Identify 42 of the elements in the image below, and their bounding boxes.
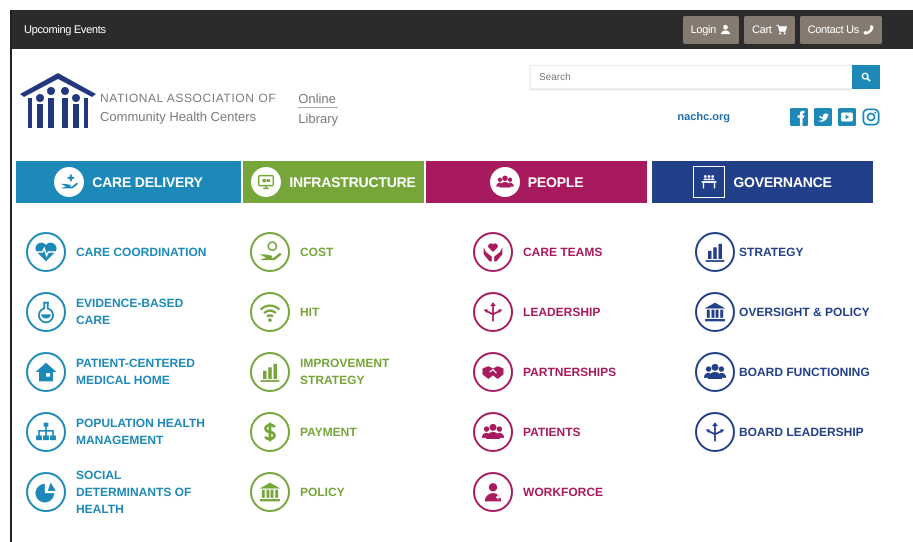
category-tab[interactable]: CARE DELIVERY bbox=[16, 161, 241, 203]
topic-link[interactable]: PAYMENT bbox=[250, 409, 473, 455]
topic-link[interactable]: IMPROVEMENT STRATEGY bbox=[250, 349, 473, 395]
upcoming-events-link[interactable]: Upcoming Events bbox=[24, 24, 106, 36]
topic-link[interactable]: HIT bbox=[250, 289, 473, 335]
topic-link[interactable]: WORKFORCE bbox=[473, 469, 695, 515]
topic-link[interactable]: POPULATION HEALTH MANAGEMENT bbox=[26, 409, 250, 455]
user-icon bbox=[720, 24, 731, 35]
topic-link[interactable]: OVERSIGHT & POLICY bbox=[695, 289, 895, 335]
search-button[interactable] bbox=[852, 65, 880, 89]
twitter-icon[interactable] bbox=[814, 108, 832, 126]
site-link[interactable]: nachc.org bbox=[677, 111, 730, 123]
library-label: Online bbox=[298, 91, 338, 108]
topic-link[interactable]: LEADERSHIP bbox=[473, 289, 695, 335]
top-bar-button[interactable]: Contact Us bbox=[800, 16, 882, 44]
topic-link[interactable]: STRATEGY bbox=[695, 229, 895, 275]
library-label: Library bbox=[298, 111, 338, 126]
search-field[interactable]: Search bbox=[530, 65, 852, 89]
top-bar-button[interactable]: Login bbox=[682, 16, 739, 44]
topic-link[interactable]: SOCIAL DETERMINANTS OF HEALTH bbox=[26, 469, 250, 515]
logo-subtitle: Community Health Centers bbox=[100, 109, 258, 124]
topic-link[interactable]: COST bbox=[250, 229, 473, 275]
facebook-icon[interactable] bbox=[790, 108, 808, 126]
topic-link[interactable]: EVIDENCE-BASED CARE bbox=[26, 289, 250, 335]
topic-link[interactable]: POLICY bbox=[250, 469, 473, 515]
search-icon bbox=[861, 72, 871, 82]
top-bar-button[interactable]: Cart bbox=[744, 16, 795, 44]
topic-link[interactable]: BOARD FUNCTIONING bbox=[695, 349, 895, 395]
phone-icon bbox=[863, 24, 874, 35]
topic-link[interactable]: BOARD LEADERSHIP bbox=[695, 409, 895, 455]
category-tab[interactable]: GOVERNANCE bbox=[652, 161, 873, 203]
topic-link[interactable]: PARTNERSHIPS bbox=[473, 349, 695, 395]
topic-link[interactable]: CARE TEAMS bbox=[473, 229, 695, 275]
cart-icon bbox=[776, 24, 787, 35]
category-tab[interactable]: INFRASTRUCTURE bbox=[242, 161, 424, 203]
video-play-icon[interactable] bbox=[838, 108, 856, 126]
topic-link[interactable]: CARE COORDINATION bbox=[26, 229, 250, 275]
category-tab[interactable]: PEOPLE bbox=[426, 161, 648, 203]
camera-icon[interactable] bbox=[862, 108, 880, 126]
topic-link[interactable]: PATIENTS bbox=[473, 409, 695, 455]
logo-title: NATIONAL ASSOCIATION OF bbox=[100, 91, 276, 105]
topic-link[interactable]: PATIENT-CENTERED MEDICAL HOME bbox=[26, 349, 250, 395]
